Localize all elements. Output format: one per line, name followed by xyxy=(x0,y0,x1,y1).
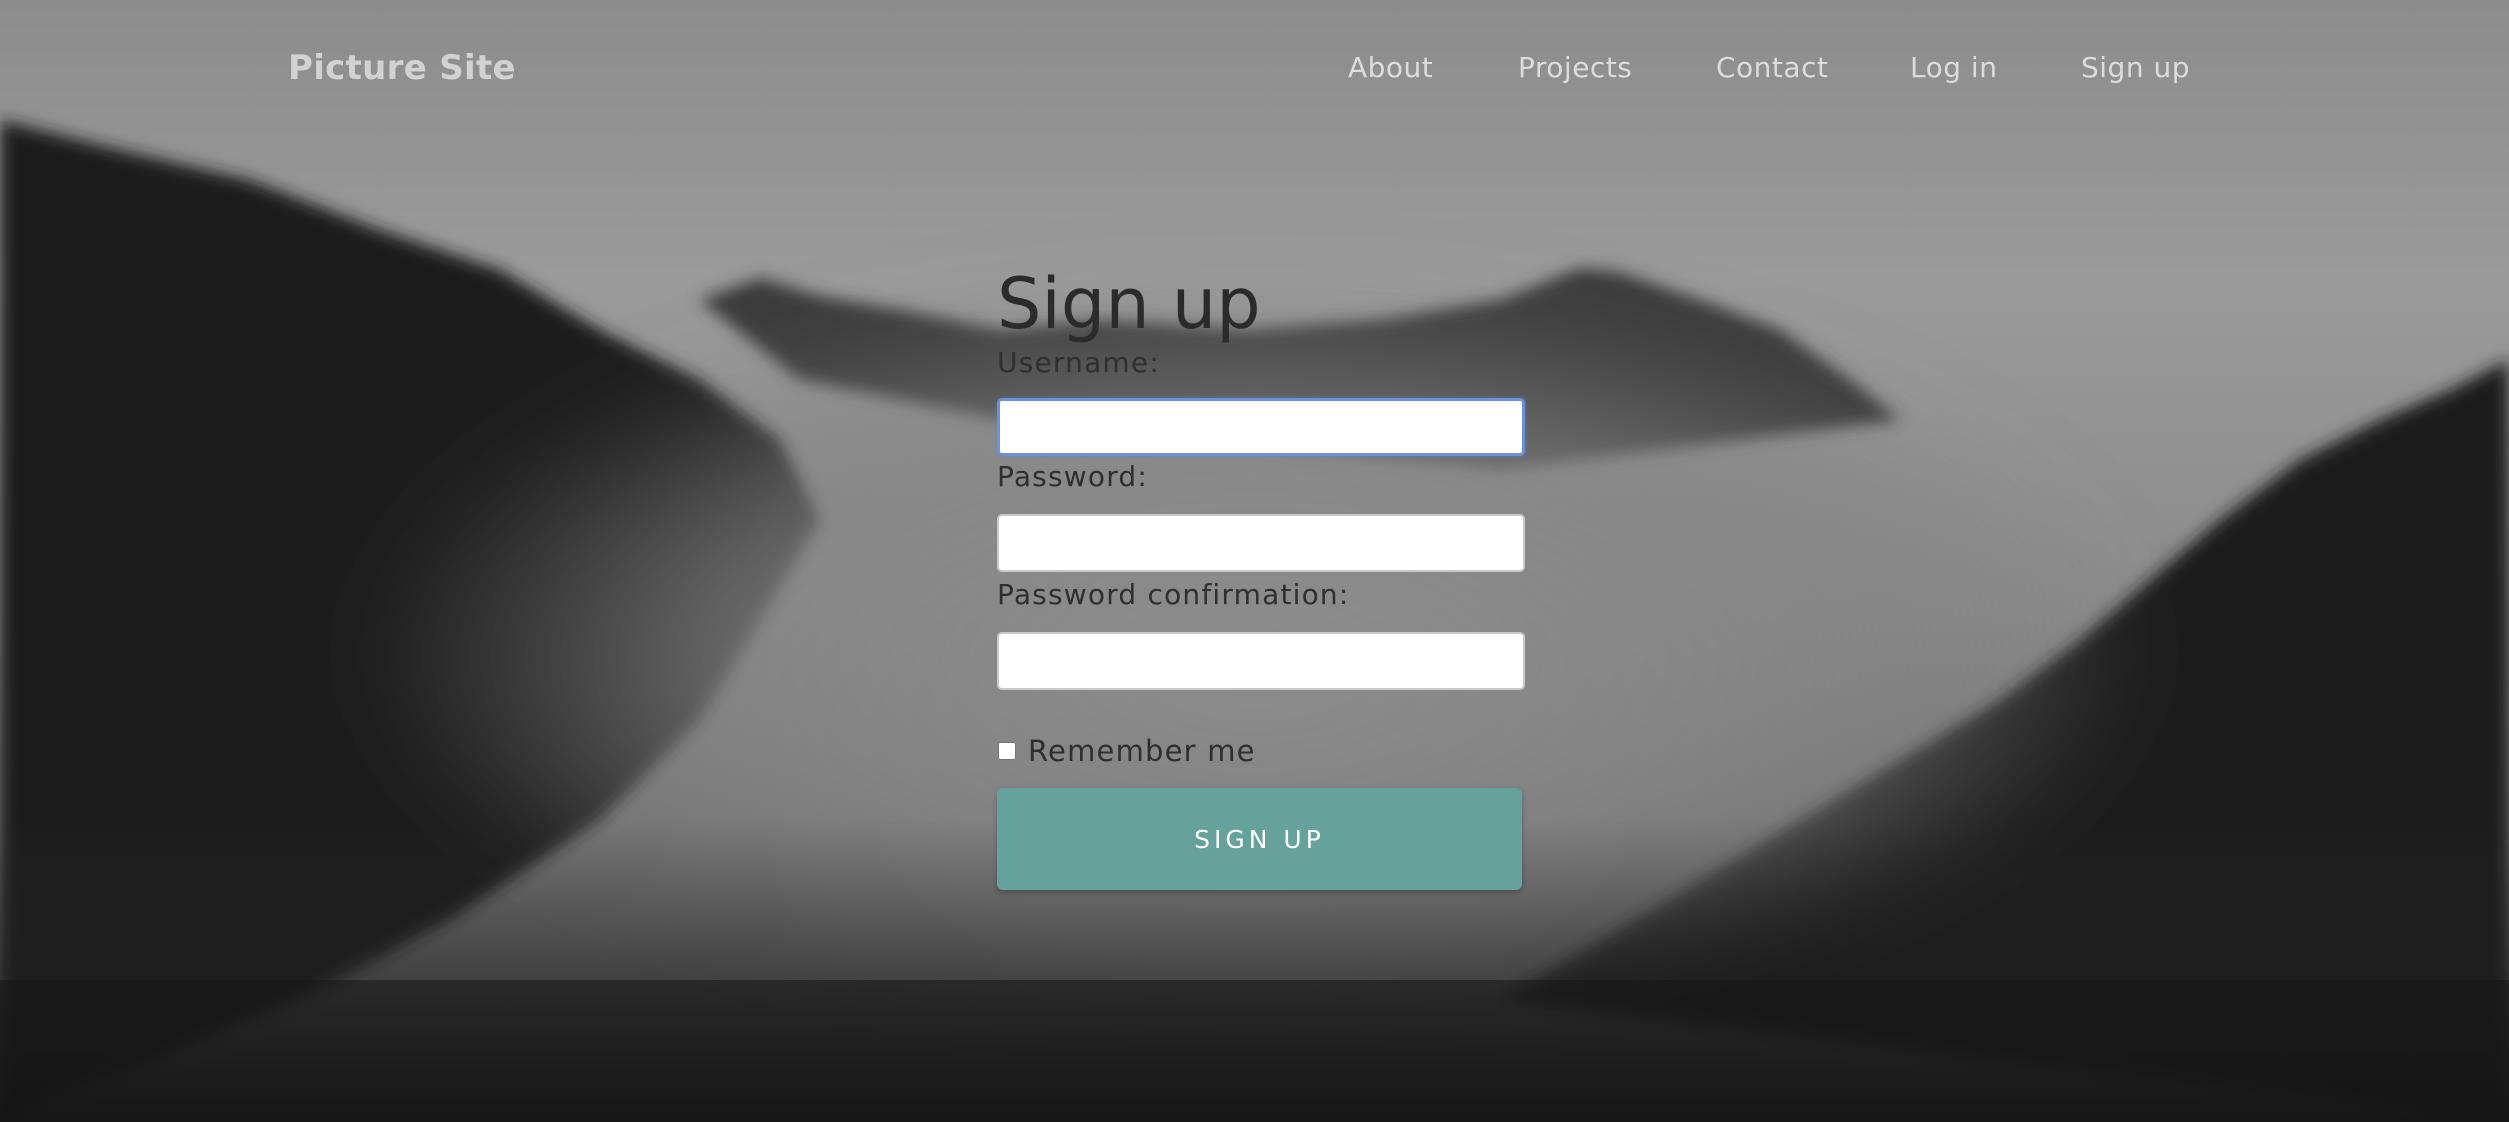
sign-up-form: Sign up Username: Password: Password con… xyxy=(997,262,1527,890)
remember-me-checkbox[interactable] xyxy=(998,742,1016,760)
top-navigation: Picture Site About Projects Contact Log … xyxy=(0,0,2509,140)
password-confirmation-label: Password confirmation: xyxy=(997,578,1350,611)
page: Picture Site About Projects Contact Log … xyxy=(0,0,2509,1122)
password-input[interactable] xyxy=(997,514,1525,572)
remember-me-label: Remember me xyxy=(1028,734,1256,768)
username-label: Username: xyxy=(997,346,1160,379)
nav-link-projects[interactable]: Projects xyxy=(1518,51,1632,84)
password-label: Password: xyxy=(997,460,1149,493)
page-title: Sign up xyxy=(997,263,1261,345)
username-input[interactable] xyxy=(997,398,1525,456)
brand-logo-link[interactable]: Picture Site xyxy=(288,48,516,88)
nav-link-about[interactable]: About xyxy=(1348,51,1433,84)
remember-me-row: Remember me xyxy=(997,734,1527,768)
nav-link-log-in[interactable]: Log in xyxy=(1910,51,1997,84)
password-confirmation-input[interactable] xyxy=(997,632,1525,690)
sign-up-button[interactable]: SIGN UP xyxy=(997,788,1522,890)
nav-link-sign-up[interactable]: Sign up xyxy=(2081,51,2190,84)
nav-link-contact[interactable]: Contact xyxy=(1716,51,1828,84)
